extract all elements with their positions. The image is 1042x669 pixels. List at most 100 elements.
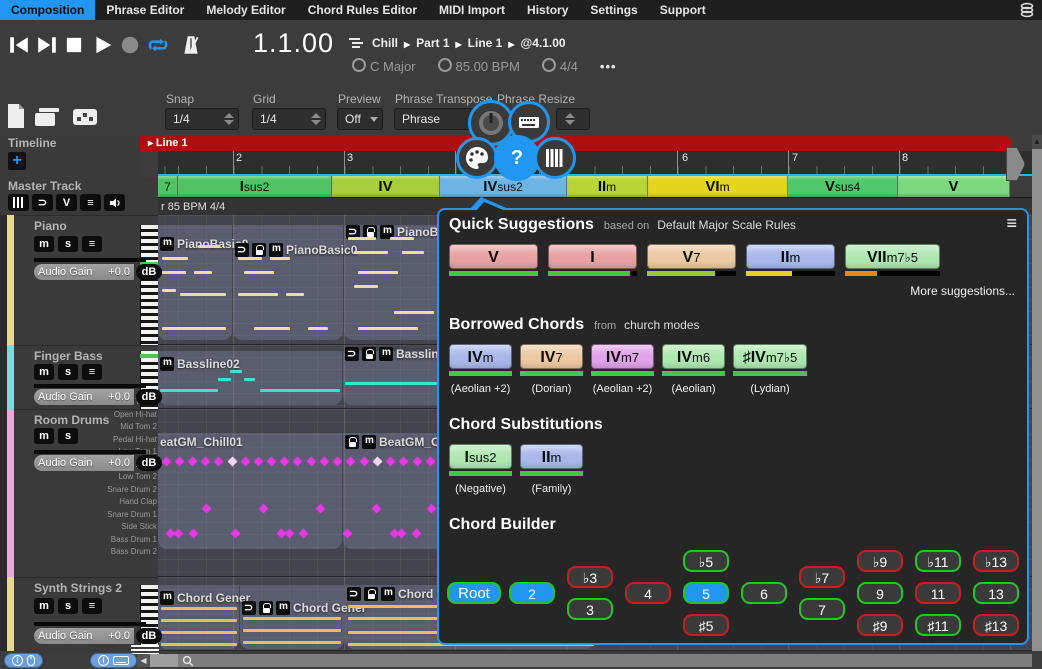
loop-icon[interactable] bbox=[235, 243, 249, 257]
note[interactable] bbox=[161, 643, 237, 646]
note[interactable] bbox=[243, 629, 341, 632]
menu-tab[interactable]: Melody Editor bbox=[195, 0, 296, 20]
bpm-selector[interactable]: 85.00 BPM bbox=[437, 58, 520, 74]
track-menu-button[interactable]: ≡ bbox=[82, 364, 102, 380]
note[interactable] bbox=[358, 327, 418, 330]
master-keys-button[interactable] bbox=[8, 194, 29, 211]
note[interactable] bbox=[254, 327, 290, 330]
mute-icon[interactable] bbox=[362, 435, 376, 449]
phrase-resize-stepper[interactable] bbox=[556, 108, 590, 130]
skip-start-button[interactable] bbox=[8, 34, 30, 56]
breadcrumb-item[interactable]: Chill bbox=[372, 36, 398, 50]
menu-tab[interactable]: Composition bbox=[0, 0, 96, 20]
note[interactable] bbox=[358, 271, 398, 274]
interval-chip[interactable]: ♭13 bbox=[973, 550, 1019, 572]
note[interactable] bbox=[243, 617, 341, 620]
interval-chip[interactable]: ♯13 bbox=[973, 614, 1019, 636]
note[interactable] bbox=[354, 251, 388, 254]
interval-chip[interactable]: 11 bbox=[915, 582, 961, 604]
borrowed-chord-chip[interactable]: IV7 (Dorian) bbox=[520, 344, 583, 395]
timeline-ruler[interactable]: 2345678 bbox=[158, 151, 1032, 174]
note[interactable] bbox=[286, 293, 304, 296]
borrowed-chord-chip[interactable]: ♯IVm7♭5 (Lydian) bbox=[733, 344, 807, 395]
interval-chip[interactable]: 5 bbox=[683, 582, 729, 604]
lock-icon[interactable] bbox=[345, 435, 359, 449]
borrowed-chord-chip[interactable]: IVm7 (Aeolian +2) bbox=[591, 344, 654, 395]
note[interactable] bbox=[348, 237, 376, 240]
snap-select[interactable]: 1/4 bbox=[165, 108, 239, 130]
loop-icon[interactable] bbox=[347, 587, 361, 601]
master-loop-button[interactable]: ⊃ bbox=[32, 194, 53, 211]
pads-icon[interactable] bbox=[72, 108, 98, 131]
resize-grip[interactable] bbox=[131, 645, 159, 654]
solo-button[interactable]: s bbox=[58, 236, 78, 252]
lock-icon[interactable] bbox=[364, 587, 378, 601]
interval-chip[interactable]: ♭9 bbox=[857, 550, 903, 572]
chord-block[interactable]: IV bbox=[332, 176, 440, 197]
lock-icon[interactable] bbox=[362, 347, 376, 361]
loop-icon[interactable] bbox=[345, 347, 359, 361]
chord-block[interactable]: Isus2 bbox=[178, 176, 332, 197]
note[interactable] bbox=[230, 370, 242, 373]
note[interactable] bbox=[162, 257, 188, 260]
note[interactable] bbox=[198, 245, 220, 248]
track-menu-button[interactable]: ≡ bbox=[82, 236, 102, 252]
track-header-piano[interactable]: Piano m s ≡ Audio Gain +0.0 dB bbox=[14, 215, 162, 345]
note[interactable] bbox=[244, 378, 255, 381]
lock-icon[interactable] bbox=[259, 601, 273, 615]
chord-block[interactable]: IIm bbox=[567, 176, 648, 197]
audio-gain-slider[interactable]: Audio Gain +0.0 bbox=[34, 628, 134, 644]
note[interactable] bbox=[162, 289, 176, 292]
clip-block[interactable] bbox=[158, 433, 342, 549]
borrowed-chord-chip[interactable]: IVm6 (Aeolian) bbox=[662, 344, 725, 395]
note[interactable] bbox=[260, 389, 340, 392]
note[interactable] bbox=[402, 251, 424, 254]
stop-button[interactable] bbox=[63, 34, 85, 56]
interval-chip[interactable]: ♭5 bbox=[683, 550, 729, 572]
chord-suggestion-chip[interactable]: V bbox=[449, 244, 538, 276]
solo-button[interactable]: s bbox=[58, 364, 78, 380]
interval-chip[interactable]: 9 bbox=[857, 582, 903, 604]
interval-chip[interactable]: 4 bbox=[625, 582, 671, 604]
chord-block[interactable]: 7 bbox=[158, 176, 178, 197]
stepper-icon[interactable] bbox=[224, 113, 234, 125]
interval-chip[interactable]: Root bbox=[447, 582, 501, 604]
mute-button[interactable]: m bbox=[34, 598, 54, 614]
menu-tab[interactable]: Chord Rules Editor bbox=[297, 0, 428, 20]
master-menu-button[interactable]: ≡ bbox=[80, 194, 101, 211]
note[interactable] bbox=[161, 619, 237, 622]
stepper-icon[interactable] bbox=[565, 113, 575, 125]
note[interactable] bbox=[270, 257, 290, 260]
breadcrumb-item[interactable]: @4.1.00 bbox=[508, 36, 566, 50]
mute-icon[interactable] bbox=[269, 243, 283, 257]
note[interactable] bbox=[244, 271, 274, 274]
loop-icon[interactable] bbox=[242, 601, 256, 615]
substitution-chord-chip[interactable]: IIm (Family) bbox=[520, 444, 583, 495]
arrangement-icon[interactable] bbox=[348, 36, 370, 58]
audio-gain-slider[interactable]: Audio Gain +0.0 bbox=[34, 455, 134, 471]
interval-chip[interactable]: 6 bbox=[741, 582, 787, 604]
loop-button[interactable] bbox=[146, 34, 168, 56]
note[interactable] bbox=[218, 378, 231, 381]
note[interactable] bbox=[238, 257, 262, 260]
keyboard-info-button[interactable]: i bbox=[90, 653, 137, 668]
interval-chip[interactable]: ♭7 bbox=[799, 566, 845, 588]
interval-chip[interactable]: ♯9 bbox=[857, 614, 903, 636]
clip-label[interactable]: Bassline02 bbox=[160, 357, 240, 371]
clip-label[interactable]: Chord Gener bbox=[160, 591, 250, 605]
search-scroll-track[interactable] bbox=[178, 654, 1032, 667]
clip-label[interactable]: Chord Gener bbox=[242, 601, 366, 615]
chord-block[interactable]: Vsus4 bbox=[788, 176, 898, 197]
note[interactable] bbox=[238, 293, 278, 296]
chord-block[interactable]: V bbox=[898, 176, 1010, 197]
note[interactable] bbox=[394, 311, 434, 314]
note[interactable] bbox=[390, 237, 414, 240]
menu-tab[interactable]: Phrase Editor bbox=[95, 0, 195, 20]
duplicate-phrase-icon[interactable] bbox=[34, 107, 60, 132]
note[interactable] bbox=[161, 631, 237, 634]
clip-label[interactable]: BeatGM_Ch bbox=[345, 435, 447, 449]
hscroll-thumb[interactable] bbox=[150, 654, 178, 667]
note[interactable] bbox=[161, 607, 237, 610]
skip-end-button[interactable] bbox=[36, 34, 58, 56]
note[interactable] bbox=[308, 327, 328, 330]
